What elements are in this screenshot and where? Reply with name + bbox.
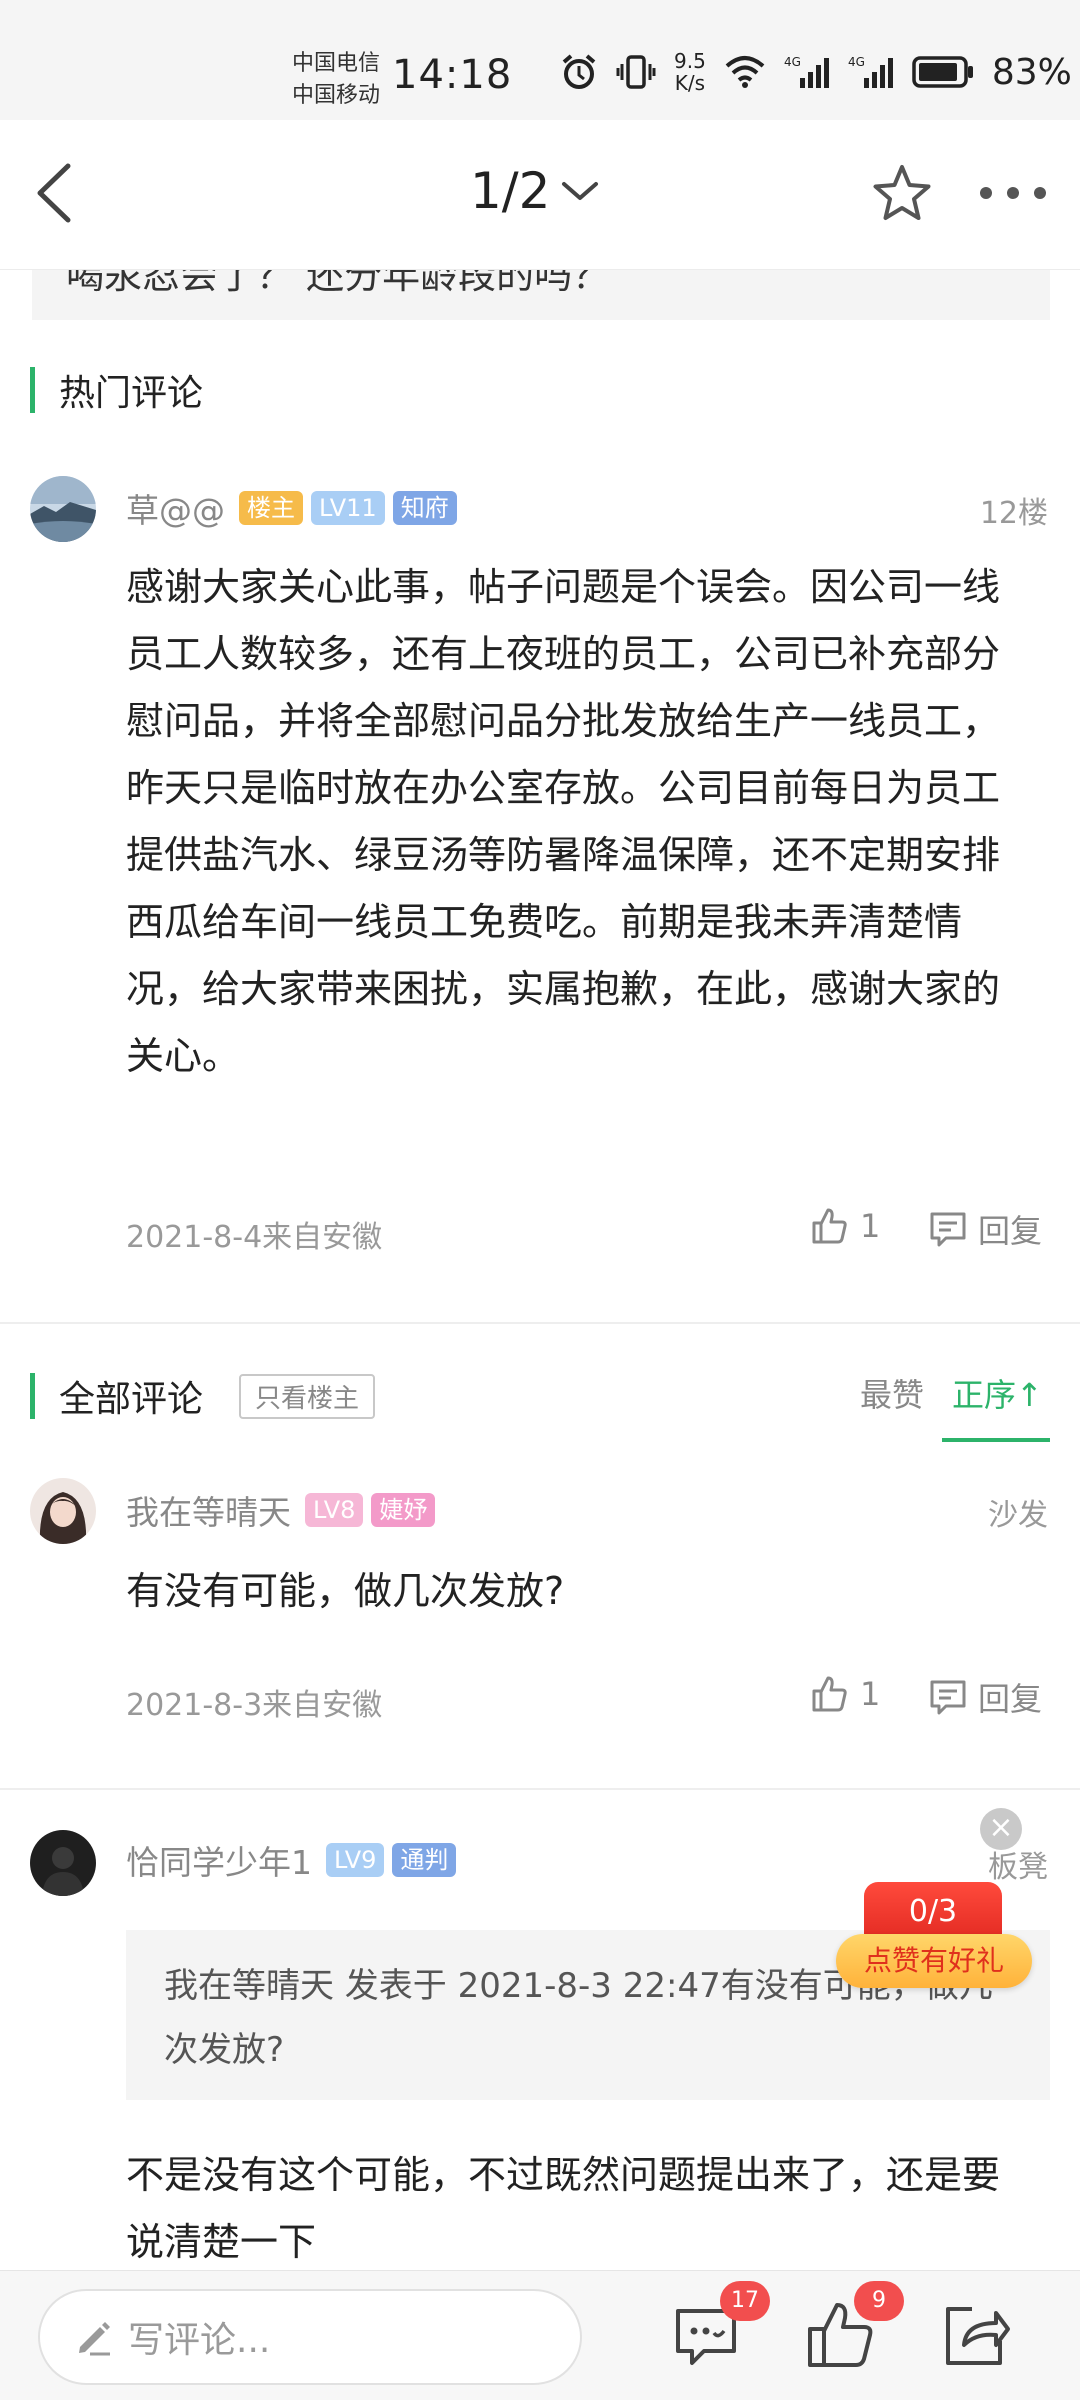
like-post-button[interactable]: 9 <box>802 2281 904 2373</box>
status-bar: 中国电信 中国移动 14:18 9.5 K/s 4G 4G 83% <box>0 0 1080 120</box>
girl-avatar-image <box>30 1478 96 1544</box>
carrier-info: 中国电信 中国移动 <box>292 48 380 112</box>
comment-date: 2021-8-3来自安徽 <box>126 1688 383 1723</box>
battery-percent: 83% <box>991 51 1072 93</box>
sort-most-liked-tab[interactable]: 最赞 <box>860 1370 924 1416</box>
comment-bubble-icon <box>930 1212 966 1247</box>
floor-number: 12楼 <box>979 496 1048 531</box>
top-nav-bar: 1/2 <box>0 120 1080 270</box>
comment-body: 感谢大家关心此事，帖子问题是个误会。因公司一线员工人数较多，还有上夜班的员工，公… <box>126 565 1001 1078</box>
network-speed: 9.5 K/s <box>674 50 706 94</box>
level-badge: LV11 <box>311 491 385 525</box>
rank-badge: 通判 <box>392 1843 457 1877</box>
signal-4g-icon-1: 4G <box>784 55 829 88</box>
rank-badge: 婕妤 <box>371 1493 436 1527</box>
close-promo-button[interactable]: × <box>980 1808 1022 1850</box>
reply-label: 回复 <box>978 1212 1043 1250</box>
like-button[interactable]: 1 <box>810 1674 880 1714</box>
comment-bubble-icon <box>930 1680 966 1715</box>
post-excerpt-text: 喝汞忍会了？ 还分年龄段的吗？ <box>66 270 611 297</box>
comment-body: 有没有可能，做几次发放? <box>126 1569 565 1613</box>
more-dots-icon <box>980 187 1046 199</box>
page-indicator: 1/2 <box>470 162 551 220</box>
more-options-button[interactable] <box>976 168 1050 218</box>
like-count: 1 <box>860 1675 881 1713</box>
comment-username[interactable]: 我在等晴天 <box>126 1486 291 1534</box>
dark-avatar-image <box>30 1830 96 1896</box>
status-icons: 9.5 K/s 4G 4G 83% <box>560 50 1072 94</box>
speed-value: 9.5 <box>674 49 706 73</box>
wifi-icon <box>725 56 765 88</box>
rank-badge: 知府 <box>392 491 457 525</box>
speed-unit: K/s <box>674 71 706 95</box>
avatar[interactable] <box>30 1830 96 1896</box>
carrier-1: 中国电信 <box>292 51 381 76</box>
thumbs-up-icon <box>812 1208 847 1244</box>
comment-body: 不是没有这个可能，不过既然问题提出来了，还是要说清楚一下 <box>126 2153 1001 2264</box>
only-owner-toggle[interactable]: 只看楼主 <box>239 1373 376 1419</box>
reply-button[interactable]: 回复 <box>928 1206 1042 1252</box>
thumbs-up-icon <box>812 1676 847 1712</box>
star-icon <box>873 165 931 220</box>
favorite-button[interactable] <box>870 162 934 226</box>
sort-ascending-tab[interactable]: 正序↑ <box>952 1370 1043 1416</box>
like-button[interactable]: 1 <box>810 1206 880 1246</box>
active-sort-indicator <box>942 1438 1050 1442</box>
comment-divider <box>0 1788 1080 1790</box>
all-comments-title: 全部评论 <box>59 1379 204 1420</box>
section-divider <box>0 1322 1080 1324</box>
comments-button[interactable]: 17 <box>668 2281 770 2373</box>
section-accent-bar <box>30 367 35 413</box>
alarm-icon <box>562 54 596 89</box>
comment-author-row: 我在等晴天 LV8 婕妤 <box>126 1486 436 1534</box>
avatar[interactable] <box>30 476 96 542</box>
vibrate-icon <box>616 55 656 89</box>
like-reward-promo[interactable]: 0/3 点赞有好礼 <box>836 1882 1032 1992</box>
like-count-badge: 9 <box>854 2281 904 2321</box>
share-icon <box>946 2307 1010 2365</box>
chevron-left-icon <box>37 163 71 223</box>
pencil-icon <box>79 2322 110 2356</box>
bottom-action-bar: 写评论... 17 9 <box>0 2270 1080 2400</box>
promo-progress: 0/3 <box>864 1882 1002 1942</box>
share-button[interactable] <box>936 2297 1012 2373</box>
signal-4g-icon-2: 4G <box>848 55 893 88</box>
like-count: 1 <box>860 1207 881 1245</box>
avatar[interactable] <box>30 1478 96 1544</box>
owner-badge: 楼主 <box>239 491 303 525</box>
section-accent-bar <box>30 1373 35 1419</box>
comment-username[interactable]: 恰同学少年1 <box>126 1836 312 1884</box>
status-time: 14:18 <box>392 52 513 98</box>
hot-comments-title: 热门评论 <box>59 373 204 414</box>
battery-icon <box>912 56 973 88</box>
floor-number: 沙发 <box>988 1498 1048 1533</box>
hot-comments-header: 热门评论 <box>30 364 203 416</box>
carrier-2: 中国移动 <box>292 83 381 108</box>
comment-input[interactable]: 写评论... <box>38 2289 582 2385</box>
page-indicator-dropdown[interactable]: 1/2 <box>470 162 600 220</box>
reply-button[interactable]: 回复 <box>928 1674 1042 1720</box>
comment-input-placeholder: 写评论... <box>128 2320 271 2361</box>
comment-author-row: 草@@ 楼主 LV11 知府 <box>126 484 457 532</box>
chevron-down-icon <box>562 182 599 200</box>
promo-label: 点赞有好礼 <box>836 1934 1032 1988</box>
comment-username[interactable]: 草@@ <box>126 484 225 532</box>
post-excerpt-strip: 喝汞忍会了？ 还分年龄段的吗？ <box>32 270 1050 320</box>
svg-text:4G: 4G <box>784 55 801 69</box>
comment-date: 2021-8-4来自安徽 <box>126 1220 383 1255</box>
all-comments-header: 全部评论 只看楼主 <box>30 1370 376 1422</box>
reply-label: 回复 <box>978 1680 1043 1718</box>
back-button[interactable] <box>24 158 94 228</box>
level-badge: LV8 <box>305 1493 364 1527</box>
landscape-avatar-image <box>30 476 96 542</box>
comment-count-badge: 17 <box>720 2281 770 2321</box>
svg-text:4G: 4G <box>848 55 865 69</box>
level-badge: LV9 <box>326 1843 385 1877</box>
comment-author-row: 恰同学少年1 LV9 通判 <box>126 1836 457 1884</box>
